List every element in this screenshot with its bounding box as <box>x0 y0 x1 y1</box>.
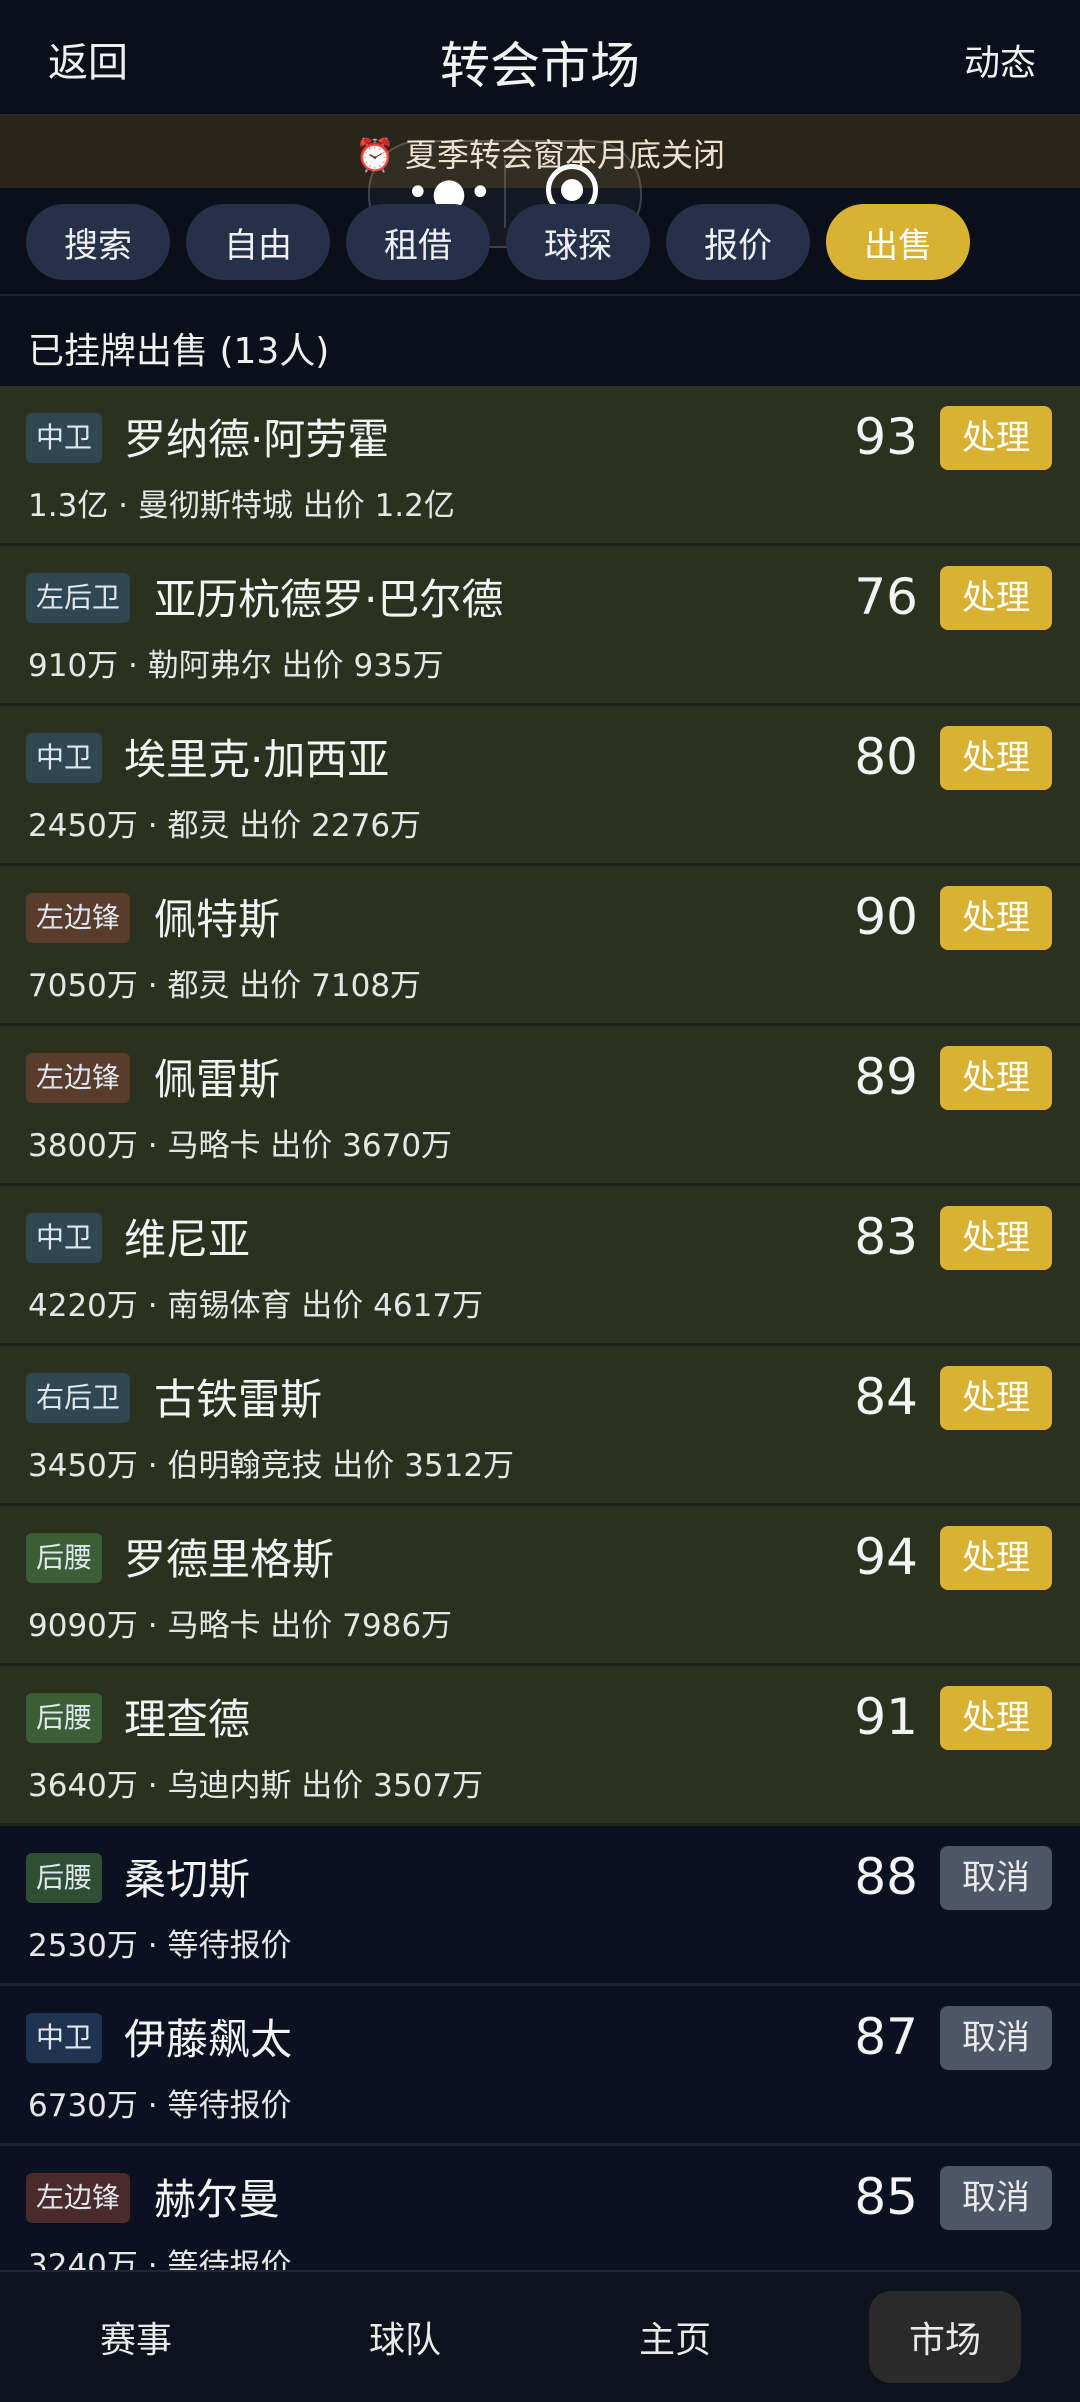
player-meta: 910万 · 勒阿弗尔 出价 935万 <box>28 648 444 684</box>
bottom-nav: 赛事 球队 主页 市场 <box>0 2270 1080 2402</box>
player-row[interactable]: 中卫 伊藤飙太 6730万 · 等待报价 87 取消 <box>0 1986 1080 2146</box>
cancel-button[interactable]: 取消 <box>940 2166 1052 2230</box>
player-meta: 6730万 · 等待报价 <box>28 2088 292 2124</box>
player-row[interactable]: 后腰 罗德里格斯 9090万 · 马略卡 出价 7986万 94 处理 <box>0 1506 1080 1666</box>
player-name: 理查德 <box>124 1695 251 1744</box>
position-badge: 中卫 <box>26 1213 103 1263</box>
player-name: 罗德里格斯 <box>124 1535 335 1584</box>
player-meta: 3640万 · 乌迪内斯 出价 3507万 <box>28 1768 484 1804</box>
nav-label: 球队 <box>368 2320 441 2361</box>
player-meta: 1.3亿 · 曼彻斯特城 出价 1.2亿 <box>28 488 455 524</box>
cancel-button[interactable]: 取消 <box>940 2006 1052 2070</box>
section-title: 已挂牌出售 (13人) <box>28 331 330 372</box>
player-meta: 3800万 · 马略卡 出价 3670万 <box>28 1128 453 1164</box>
market-tabs: 搜索 自由 租借 球探 报价 出售 <box>26 204 970 280</box>
nav-item-3[interactable]: 市场 <box>825 2272 1065 2402</box>
position-badge: 中卫 <box>26 2013 103 2063</box>
tab-0[interactable]: 搜索 <box>26 204 170 280</box>
position-badge: 中卫 <box>26 413 103 463</box>
player-name: 赫尔曼 <box>154 2175 281 2224</box>
position-badge: 后腰 <box>26 1853 103 1903</box>
position-badge: 后腰 <box>26 1533 103 1583</box>
player-name: 古铁雷斯 <box>154 1375 323 1424</box>
player-rating: 87 <box>854 2008 918 2066</box>
player-rating: 84 <box>854 1368 918 1426</box>
player-rating: 83 <box>854 1208 918 1266</box>
player-row[interactable]: 右后卫 古铁雷斯 3450万 · 伯明翰竞技 出价 3512万 84 处理 <box>0 1346 1080 1506</box>
tab-5[interactable]: 出售 <box>826 204 970 280</box>
position-badge: 右后卫 <box>26 1373 131 1423</box>
nav-item-1[interactable]: 球队 <box>285 2272 525 2402</box>
handle-button[interactable]: 处理 <box>940 1366 1052 1430</box>
nav-item-2[interactable]: 主页 <box>555 2272 795 2402</box>
handle-button[interactable]: 处理 <box>940 1206 1052 1270</box>
player-rating: 90 <box>854 888 918 946</box>
player-rating: 76 <box>854 568 918 626</box>
player-row[interactable]: 左边锋 佩雷斯 3800万 · 马略卡 出价 3670万 89 处理 <box>0 1026 1080 1186</box>
player-row[interactable]: 中卫 埃里克·加西亚 2450万 · 都灵 出价 2276万 80 处理 <box>0 706 1080 866</box>
player-rating: 94 <box>854 1528 918 1586</box>
player-rating: 93 <box>854 408 918 466</box>
player-row[interactable]: 中卫 维尼亚 4220万 · 南锡体育 出价 4617万 83 处理 <box>0 1186 1080 1346</box>
position-badge: 中卫 <box>26 733 103 783</box>
nav-item-0[interactable]: 赛事 <box>16 2272 256 2402</box>
player-name: 桑切斯 <box>124 1855 251 1904</box>
player-name: 埃里克·加西亚 <box>124 735 390 784</box>
handle-button[interactable]: 处理 <box>940 566 1052 630</box>
player-row[interactable]: 中卫 罗纳德·阿劳霍 1.3亿 · 曼彻斯特城 出价 1.2亿 93 处理 <box>0 386 1080 546</box>
player-name: 佩雷斯 <box>154 1055 281 1104</box>
page-title: 转会市场 <box>440 37 640 95</box>
player-row[interactable]: 后腰 桑切斯 2530万 · 等待报价 88 取消 <box>0 1826 1080 1986</box>
handle-button[interactable]: 处理 <box>940 1046 1052 1110</box>
player-name: 佩特斯 <box>154 895 281 944</box>
player-row[interactable]: 后腰 理查德 3640万 · 乌迪内斯 出价 3507万 91 处理 <box>0 1666 1080 1826</box>
player-rating: 80 <box>854 728 918 786</box>
tab-4[interactable]: 报价 <box>666 204 810 280</box>
tab-1[interactable]: 自由 <box>186 204 330 280</box>
player-row[interactable]: 左边锋 佩特斯 7050万 · 都灵 出价 7108万 90 处理 <box>0 866 1080 1026</box>
player-name: 维尼亚 <box>124 1215 251 1264</box>
player-meta: 3450万 · 伯明翰竞技 出价 3512万 <box>28 1448 515 1484</box>
handle-button[interactable]: 处理 <box>940 1686 1052 1750</box>
player-meta: 9090万 · 马略卡 出价 7986万 <box>28 1608 453 1644</box>
player-name: 伊藤飙太 <box>124 2015 293 2064</box>
player-row[interactable]: 左后卫 亚历杭德罗·巴尔德 910万 · 勒阿弗尔 出价 935万 76 处理 <box>0 546 1080 706</box>
nav-label: 市场 <box>868 2291 1021 2383</box>
divider <box>0 294 1080 296</box>
player-name: 亚历杭德罗·巴尔德 <box>154 575 504 624</box>
news-button[interactable]: 动态 <box>964 34 1036 86</box>
player-rating: 88 <box>854 1848 918 1906</box>
position-badge: 左后卫 <box>26 573 131 623</box>
player-meta: 7050万 · 都灵 出价 7108万 <box>28 968 422 1004</box>
nav-label: 主页 <box>638 2320 711 2361</box>
cancel-button[interactable]: 取消 <box>940 1846 1052 1910</box>
player-meta: 4220万 · 南锡体育 出价 4617万 <box>28 1288 484 1324</box>
handle-button[interactable]: 处理 <box>940 406 1052 470</box>
tab-3[interactable]: 球探 <box>506 204 650 280</box>
position-badge: 左边锋 <box>26 1053 131 1103</box>
player-rating: 89 <box>854 1048 918 1106</box>
position-badge: 左边锋 <box>26 893 131 943</box>
player-rating: 91 <box>854 1688 918 1746</box>
position-badge: 左边锋 <box>26 2173 131 2223</box>
nav-label: 赛事 <box>99 2320 172 2361</box>
player-meta: 2530万 · 等待报价 <box>28 1928 292 1964</box>
tab-2[interactable]: 租借 <box>346 204 490 280</box>
position-badge: 后腰 <box>26 1693 103 1743</box>
top-header: 返回 转会市场 动态 <box>0 0 1080 116</box>
handle-button[interactable]: 处理 <box>940 1526 1052 1590</box>
player-meta: 2450万 · 都灵 出价 2276万 <box>28 808 422 844</box>
player-name: 罗纳德·阿劳霍 <box>124 415 390 464</box>
player-rating: 85 <box>854 2168 918 2226</box>
handle-button[interactable]: 处理 <box>940 726 1052 790</box>
handle-button[interactable]: 处理 <box>940 886 1052 950</box>
player-list: 中卫 罗纳德·阿劳霍 1.3亿 · 曼彻斯特城 出价 1.2亿 93 处理 左后卫 亚历杭德… <box>0 386 1080 2306</box>
